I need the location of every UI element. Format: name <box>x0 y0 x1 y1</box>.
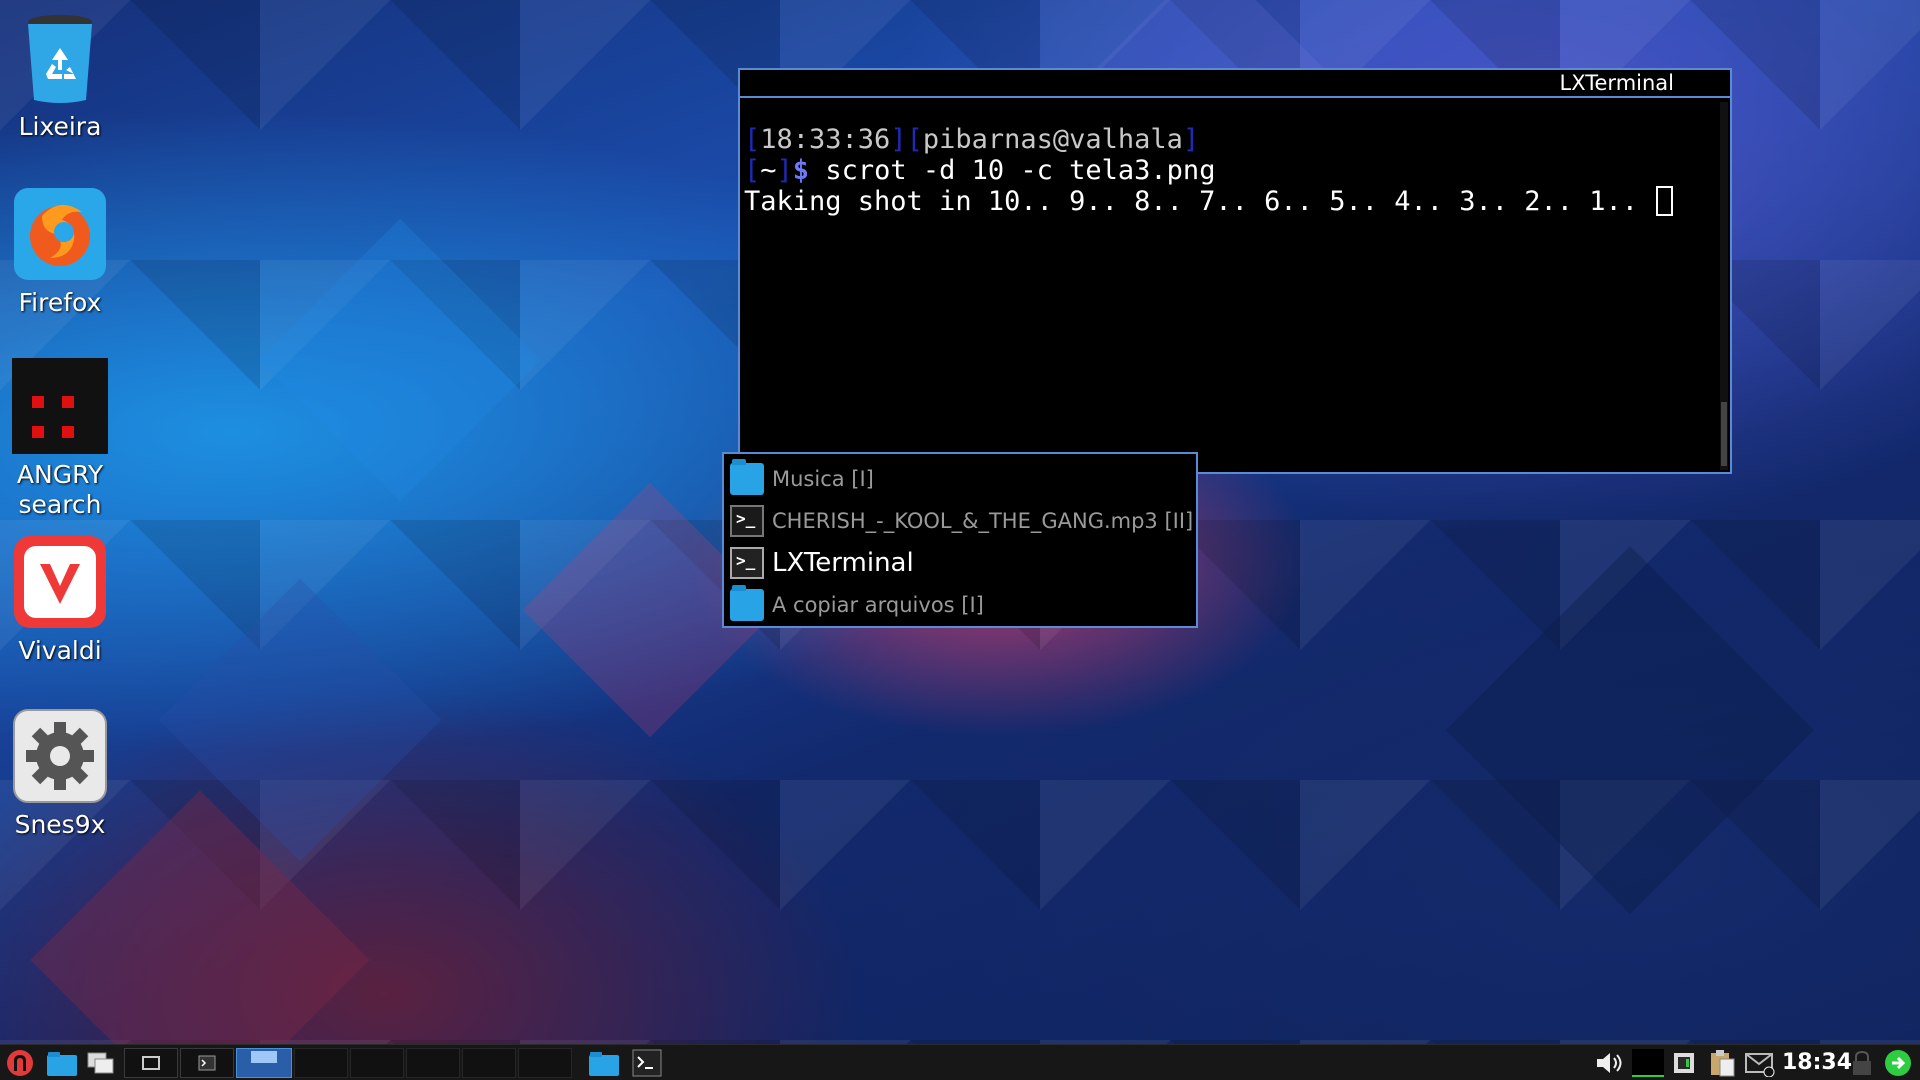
snes9x-gear-icon <box>12 708 108 804</box>
wallpaper-shape <box>1446 546 1814 914</box>
window-switcher: Musica [I] >_ CHERISH_-_KOOL_&_THE_GANG.… <box>722 452 1198 628</box>
windows-icon <box>87 1052 114 1074</box>
show-desktop-button[interactable] <box>86 1049 116 1077</box>
folder-icon <box>589 1052 619 1076</box>
folder-icon <box>730 585 764 621</box>
switcher-item-label: A copiar arquivos [I] <box>772 593 984 617</box>
switcher-item-label: CHERISH_-_KOOL_&_THE_GANG.mp3 [II] <box>772 509 1194 533</box>
terminal-icon <box>198 1055 216 1071</box>
workspace-button-1[interactable] <box>124 1048 178 1078</box>
desktop-icon-label: Snes9x <box>14 810 106 839</box>
workspace-button-7[interactable] <box>462 1048 516 1078</box>
clipboard-icon[interactable] <box>1708 1049 1736 1077</box>
task-terminal[interactable] <box>632 1049 662 1077</box>
lock-screen-button[interactable] <box>1850 1049 1874 1077</box>
terminal-window[interactable]: LXTerminal [18:33:36][pibarnas@valhala] … <box>738 68 1732 474</box>
speaker-icon <box>1597 1053 1622 1073</box>
trash-icon <box>12 10 108 106</box>
prompt-bracket: [ <box>744 155 761 186</box>
terminal-icon: >_ <box>730 505 764 537</box>
command-text: scrot -d 10 -c tela3.png <box>809 155 1216 186</box>
desktop-icon-firefox[interactable]: Firefox <box>0 186 120 318</box>
terminal-icon: >_ <box>730 547 764 579</box>
logout-button[interactable] <box>1884 1049 1912 1077</box>
workspace-button-5[interactable] <box>350 1048 404 1078</box>
task-file-manager[interactable] <box>588 1049 620 1077</box>
window-preview-icon <box>251 1051 277 1063</box>
switcher-item-active[interactable]: >_ LXTerminal <box>724 542 1196 584</box>
prompt-bracket: ][ <box>890 124 923 155</box>
switcher-item[interactable]: A copiar arquivos [I] <box>724 584 1196 626</box>
prompt-dir: ~ <box>760 155 777 186</box>
prompt-time: 18:33:36 <box>760 124 891 155</box>
wallpaper-shape <box>258 218 542 502</box>
terminal-cursor <box>1656 186 1674 216</box>
switcher-item-label: Musica [I] <box>772 467 874 491</box>
folder-icon <box>730 459 764 495</box>
window-icon <box>142 1056 160 1070</box>
desktop-icon-label: Firefox <box>18 288 102 317</box>
desktop-icon-label: Vivaldi <box>18 636 102 665</box>
terminal-scrollbar[interactable] <box>1720 102 1728 470</box>
logout-icon <box>1885 1050 1911 1076</box>
terminal-output[interactable]: [18:33:36][pibarnas@valhala] [~]$ scrot … <box>740 110 1716 472</box>
desktop-icon-snes9x[interactable]: Snes9x <box>0 708 120 840</box>
terminal-titlebar[interactable]: LXTerminal <box>740 70 1730 98</box>
volume-button[interactable] <box>1594 1049 1626 1077</box>
prompt-bracket: [ <box>744 124 761 155</box>
switcher-item-label: LXTerminal <box>772 548 914 578</box>
workspace-button-3-active[interactable] <box>236 1048 292 1078</box>
prompt-symbol: $ <box>792 155 810 186</box>
cpu-monitor[interactable] <box>1632 1049 1664 1077</box>
command-output: Taking shot in 10.. 9.. 8.. 7.. 6.. 5.. … <box>744 186 1655 217</box>
clock[interactable]: 18:34 <box>1782 1047 1852 1079</box>
taskbar: 18:34 <box>0 1044 1920 1080</box>
network-monitor-icon[interactable] <box>1672 1049 1696 1077</box>
angrysearch-icon <box>12 358 108 454</box>
prompt-bracket: ] <box>776 155 793 186</box>
switcher-item[interactable]: >_ CHERISH_-_KOOL_&_THE_GANG.mp3 [II] <box>724 500 1196 542</box>
workspace-button-4[interactable] <box>294 1048 348 1078</box>
workspace-button-8[interactable] <box>518 1048 572 1078</box>
terminal-title: LXTerminal <box>1559 71 1674 95</box>
prompt-bracket: ] <box>1182 124 1200 155</box>
switcher-item[interactable]: Musica [I] <box>724 458 1196 500</box>
desktop-icon-trash[interactable]: Lixeira <box>0 10 120 142</box>
firefox-icon <box>12 186 108 282</box>
desktop-icon-label: Lixeira <box>18 112 102 141</box>
mail-notification-icon[interactable] <box>1744 1049 1776 1078</box>
menu-button[interactable] <box>6 1049 34 1077</box>
terminal-icon <box>632 1049 662 1077</box>
scrollbar-thumb[interactable] <box>1721 402 1727 466</box>
desktop-icon-angrysearch[interactable]: ANGRY search <box>0 358 120 520</box>
desktop-icon-vivaldi[interactable]: Vivaldi <box>0 534 120 666</box>
workspace-button-2[interactable] <box>180 1048 234 1078</box>
workspace-button-6[interactable] <box>406 1048 460 1078</box>
lock-icon <box>1853 1050 1871 1075</box>
desktop-icon-label: ANGRY search <box>16 460 104 519</box>
vivaldi-icon <box>12 534 108 630</box>
prompt-user: pibarnas@valhala <box>922 124 1183 155</box>
folder-icon <box>47 1052 77 1076</box>
file-manager-launcher[interactable] <box>46 1049 78 1077</box>
debian-menu-icon <box>7 1050 33 1076</box>
